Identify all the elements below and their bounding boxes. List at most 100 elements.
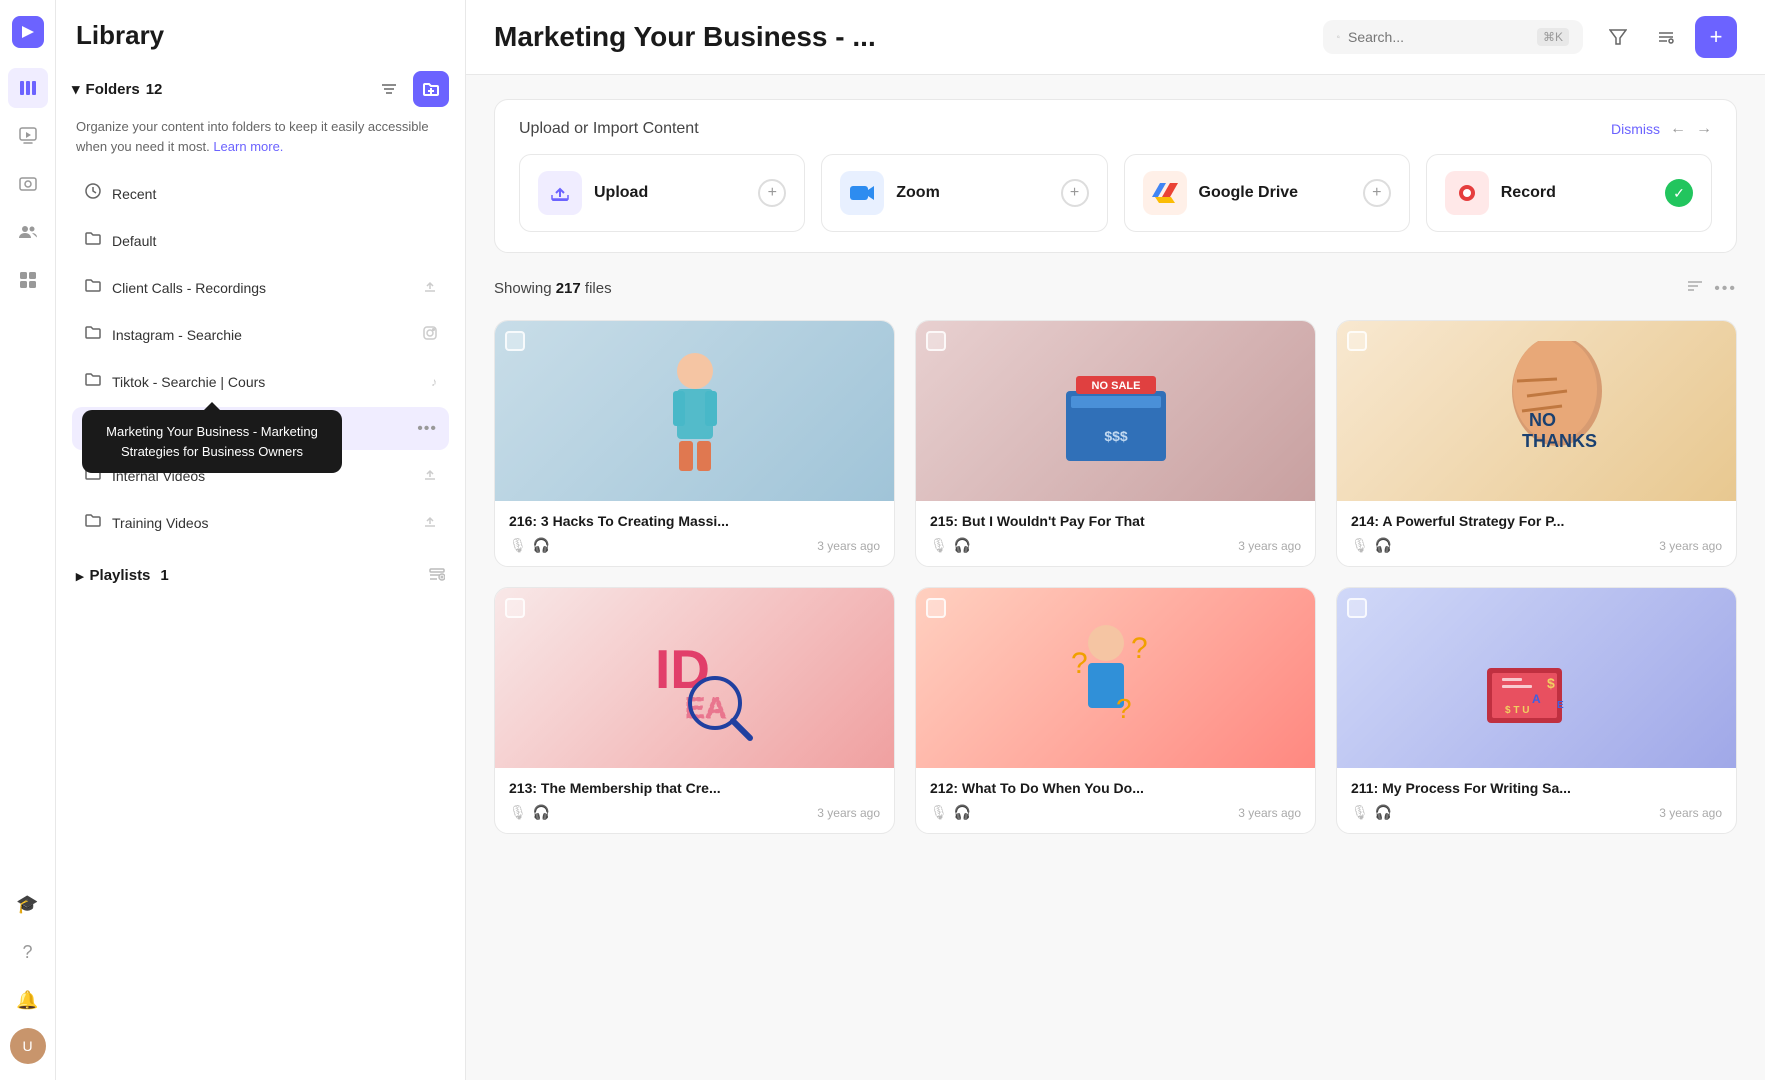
- folders-toggle[interactable]: ▾ Folders 12: [72, 80, 162, 98]
- upload-option-record[interactable]: Record ✓: [1426, 154, 1712, 232]
- sidebar-item-tiktok[interactable]: Tiktok - Searchie | Cours ♪ Marketing Yo…: [72, 360, 449, 403]
- page-title: Marketing Your Business - ...: [494, 21, 1307, 53]
- upload-add-icon[interactable]: +: [758, 179, 786, 207]
- files-header: Showing 217 files •••: [494, 277, 1737, 300]
- podcast-icon-211: 🎙: [1351, 804, 1369, 821]
- file-checkbox-211[interactable]: [1347, 598, 1367, 618]
- sidebar-item-client-label: Client Calls - Recordings: [112, 280, 413, 296]
- upload-option-zoom[interactable]: Zoom +: [821, 154, 1107, 232]
- sidebar-item-instagram[interactable]: Instagram - Searchie: [72, 313, 449, 356]
- more-view-options[interactable]: •••: [1714, 280, 1737, 298]
- file-card-216[interactable]: 216: 3 Hacks To Creating Massi... 🎙 🎧 3 …: [494, 320, 895, 567]
- file-icons-213: 🎙 🎧: [509, 804, 550, 821]
- podcast-icon-213: 🎙: [509, 804, 527, 821]
- svg-text:A: A: [1532, 692, 1541, 706]
- nav-notifications[interactable]: 🔔: [8, 980, 48, 1020]
- upload-options: Upload + Zoom +: [519, 154, 1712, 232]
- file-thumb-214: NO THANKS: [1337, 321, 1736, 501]
- nav-courses[interactable]: 🎓: [8, 884, 48, 924]
- banner-prev[interactable]: ←: [1670, 120, 1686, 138]
- file-info-213: 213: The Membership that Cre... 🎙 🎧 3 ye…: [495, 768, 894, 833]
- file-card-211[interactable]: $ T U A $ E 211: My Process For Writing …: [1336, 587, 1737, 834]
- filter-button[interactable]: [1599, 18, 1637, 56]
- file-title-213: 213: The Membership that Cre...: [509, 780, 880, 796]
- chevron-right-icon: ▸: [76, 567, 84, 585]
- file-thumb-215: $$$ NO SALE: [916, 321, 1315, 501]
- file-card-213[interactable]: ID EA 213: The Membership that Cre... 🎙: [494, 587, 895, 834]
- file-title-214: 214: A Powerful Strategy For P...: [1351, 513, 1722, 529]
- dismiss-button[interactable]: Dismiss: [1611, 121, 1660, 137]
- file-time-213: 3 years ago: [817, 806, 880, 820]
- svg-text:ID: ID: [655, 638, 710, 700]
- file-checkbox-212[interactable]: [926, 598, 946, 618]
- folders-label-text: Folders: [86, 81, 140, 98]
- drive-add-icon[interactable]: +: [1363, 179, 1391, 207]
- upload-option-left-zoom: Zoom: [840, 171, 940, 215]
- file-meta-216: 🎙 🎧 3 years ago: [509, 537, 880, 554]
- nav-player[interactable]: [8, 116, 48, 156]
- file-card-214[interactable]: NO THANKS 214: A Powerful Strategy For P…: [1336, 320, 1737, 567]
- user-avatar[interactable]: U: [10, 1028, 46, 1064]
- search-shortcut: ⌘K: [1537, 28, 1569, 46]
- sidebar-item-client-calls[interactable]: Client Calls - Recordings: [72, 266, 449, 309]
- chevron-down-icon: ▾: [72, 80, 80, 98]
- file-card-212[interactable]: ? ? ? 212: What To Do When You Do... 🎙 🎧: [915, 587, 1316, 834]
- folder-icon-client: [84, 276, 102, 299]
- file-checkbox-215[interactable]: [926, 331, 946, 351]
- playlists-add-icon[interactable]: [429, 566, 445, 585]
- file-title-215: 215: But I Wouldn't Pay For That: [930, 513, 1301, 529]
- nav-team[interactable]: [8, 212, 48, 252]
- view-options-button[interactable]: [1647, 18, 1685, 56]
- folder-icon-tiktok: [84, 370, 102, 393]
- playlists-header[interactable]: ▸ Playlists 1: [72, 556, 449, 595]
- headphone-icon-211: 🎧: [1375, 804, 1392, 821]
- search-bar[interactable]: ⌘K: [1323, 20, 1583, 54]
- file-meta-215: 🎙 🎧 3 years ago: [930, 537, 1301, 554]
- learn-more-link[interactable]: Learn more.: [213, 139, 283, 154]
- upload-option-upload[interactable]: Upload +: [519, 154, 805, 232]
- svg-text:?: ?: [1116, 693, 1132, 724]
- instagram-icon: [423, 326, 437, 343]
- banner-next[interactable]: →: [1696, 120, 1712, 138]
- filter-icon[interactable]: [373, 73, 405, 105]
- record-icon-bg: [1445, 171, 1489, 215]
- file-checkbox-213[interactable]: [505, 598, 525, 618]
- sidebar-item-internal[interactable]: Internal Videos: [72, 454, 449, 497]
- file-title-212: 212: What To Do When You Do...: [930, 780, 1301, 796]
- main-header: Marketing Your Business - ... ⌘K: [466, 0, 1765, 75]
- file-thumb-216: [495, 321, 894, 501]
- sidebar-item-training[interactable]: Training Videos: [72, 501, 449, 544]
- file-title-216: 216: 3 Hacks To Creating Massi...: [509, 513, 880, 529]
- sidebar-item-recent-label: Recent: [112, 186, 437, 202]
- nav-help[interactable]: ?: [8, 932, 48, 972]
- sidebar-item-marketing-label: Marketing Your Business ...: [112, 421, 407, 437]
- zoom-add-icon[interactable]: +: [1061, 179, 1089, 207]
- file-time-212: 3 years ago: [1238, 806, 1301, 820]
- sidebar-item-marketing[interactable]: Marketing Your Business ... •••: [72, 407, 449, 450]
- file-checkbox-216[interactable]: [505, 331, 525, 351]
- svg-text:$ T U: $ T U: [1505, 705, 1529, 716]
- search-icon: [1337, 29, 1340, 45]
- file-meta-214: 🎙 🎧 3 years ago: [1351, 537, 1722, 554]
- add-folder-button[interactable]: [413, 71, 449, 107]
- sidebar-item-default[interactable]: Default: [72, 219, 449, 262]
- nav-grid[interactable]: [8, 260, 48, 300]
- search-input[interactable]: [1348, 29, 1529, 45]
- sort-icon[interactable]: [1686, 277, 1704, 300]
- nav-screen[interactable]: [8, 164, 48, 204]
- headphone-icon-215: 🎧: [954, 537, 971, 554]
- file-card-215[interactable]: $$$ NO SALE 215: But I Wouldn't Pay For …: [915, 320, 1316, 567]
- nav-library[interactable]: [8, 68, 48, 108]
- file-info-214: 214: A Powerful Strategy For P... 🎙 🎧 3 …: [1337, 501, 1736, 566]
- upload-option-drive[interactable]: Google Drive +: [1124, 154, 1410, 232]
- file-thumb-212: ? ? ?: [916, 588, 1315, 768]
- svg-text:$: $: [1547, 675, 1555, 691]
- podcast-icon-216: 🎙: [509, 537, 527, 554]
- file-meta-212: 🎙 🎧 3 years ago: [930, 804, 1301, 821]
- svg-text:?: ?: [1071, 647, 1088, 680]
- more-options-marketing[interactable]: •••: [417, 420, 437, 438]
- upload-option-left-record: Record: [1445, 171, 1556, 215]
- sidebar-item-recent[interactable]: Recent: [72, 172, 449, 215]
- file-checkbox-214[interactable]: [1347, 331, 1367, 351]
- add-content-button[interactable]: +: [1695, 16, 1737, 58]
